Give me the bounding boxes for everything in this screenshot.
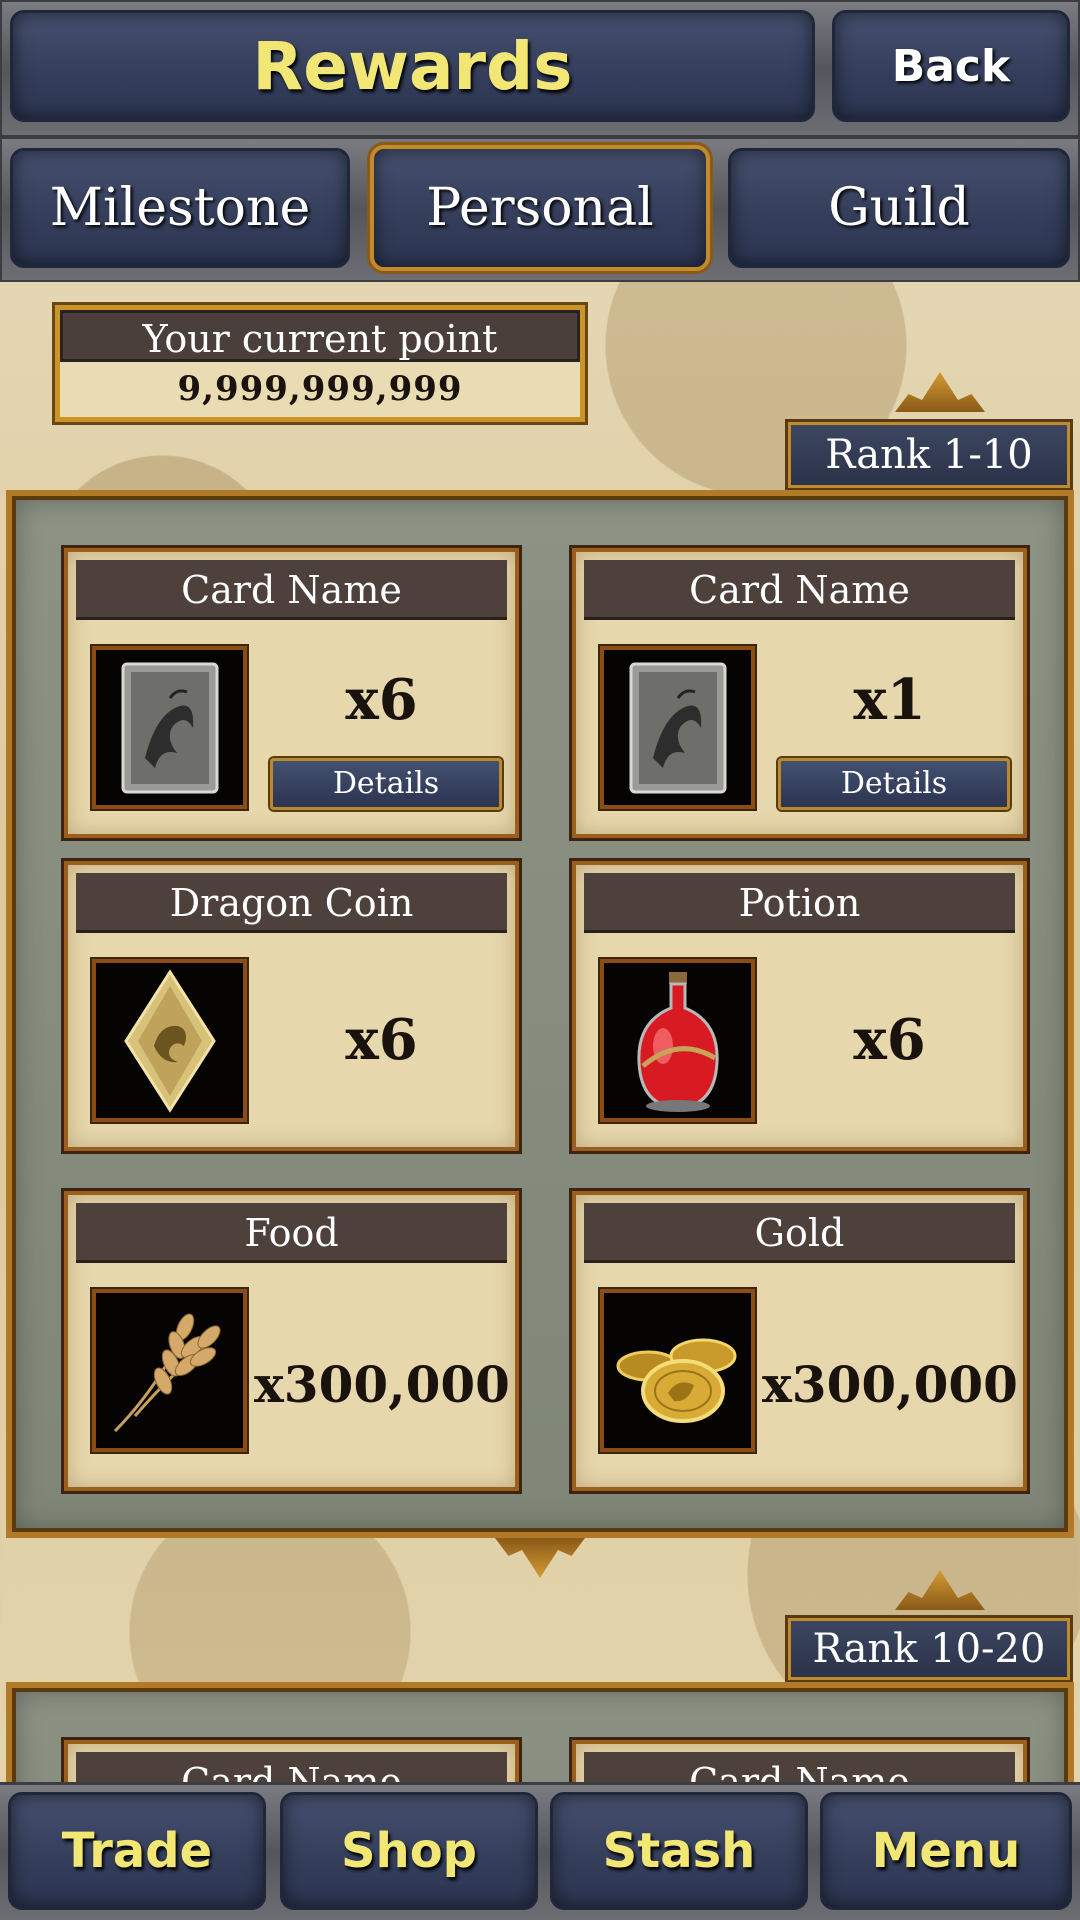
reward-card: Card Name x6 Details bbox=[64, 548, 519, 838]
reward-name: Food bbox=[76, 1203, 507, 1263]
reward-quantity: x1 bbox=[853, 667, 926, 733]
reward-name: Dragon Coin bbox=[76, 873, 507, 933]
nav-menu-label: Menu bbox=[871, 1823, 1021, 1879]
dragon-card-icon bbox=[92, 646, 247, 809]
reward-quantity: x6 bbox=[345, 1007, 418, 1073]
current-points-box: Your current point 9,999,999,999 bbox=[55, 305, 585, 422]
rank-1-10-tag: Rank 1-10 bbox=[788, 422, 1070, 488]
rank-10-20-tag: Rank 10-20 bbox=[788, 1618, 1070, 1680]
dragon-card-icon bbox=[600, 646, 755, 809]
reward-card: Card Name x1 Details bbox=[572, 548, 1027, 838]
reward-card: Gold x300,000 bbox=[572, 1191, 1027, 1491]
nav-menu-button[interactable]: Menu bbox=[820, 1792, 1072, 1910]
reward-quantity: x300,000 bbox=[254, 1355, 510, 1414]
reward-quantity: x6 bbox=[345, 667, 418, 733]
wheat-icon bbox=[92, 1289, 247, 1452]
back-button-label: Back bbox=[891, 40, 1011, 92]
reward-quantity: x6 bbox=[853, 1007, 926, 1073]
page-title: Rewards bbox=[252, 27, 573, 105]
rank-crest-ornament bbox=[895, 372, 985, 412]
nav-stash-label: Stash bbox=[602, 1823, 756, 1879]
reward-name: Card Name bbox=[584, 560, 1015, 620]
back-button[interactable]: Back bbox=[832, 10, 1070, 122]
reward-card: Potion x6 bbox=[572, 861, 1027, 1151]
reward-quantity: x300,000 bbox=[762, 1355, 1018, 1414]
details-button[interactable]: Details bbox=[778, 758, 1010, 810]
rank-1-10-reward-panel: Card Name x6 Details Card Name x1 Detail… bbox=[6, 490, 1074, 1538]
tab-guild[interactable]: Guild bbox=[728, 148, 1070, 268]
reward-name: Gold bbox=[584, 1203, 1015, 1263]
nav-shop-button[interactable]: Shop bbox=[280, 1792, 538, 1910]
current-points-value: 9,999,999,999 bbox=[177, 369, 463, 409]
gold-coins-icon bbox=[600, 1289, 755, 1452]
nav-stash-button[interactable]: Stash bbox=[550, 1792, 808, 1910]
panel-crest-ornament bbox=[495, 1538, 585, 1578]
tab-milestone[interactable]: Milestone bbox=[10, 148, 350, 268]
reward-name: Card Name bbox=[76, 560, 507, 620]
details-button[interactable]: Details bbox=[270, 758, 502, 810]
rank-1-10-label: Rank 1-10 bbox=[825, 432, 1033, 478]
tab-guild-label: Guild bbox=[828, 178, 970, 238]
nav-trade-button[interactable]: Trade bbox=[8, 1792, 266, 1910]
reward-name: Potion bbox=[584, 873, 1015, 933]
tab-milestone-label: Milestone bbox=[49, 178, 311, 238]
potion-icon bbox=[600, 959, 755, 1122]
current-points-label: Your current point bbox=[60, 310, 580, 362]
tab-personal-label: Personal bbox=[426, 178, 654, 238]
rank-crest-ornament bbox=[895, 1570, 985, 1610]
reward-card: Dragon Coin x6 bbox=[64, 861, 519, 1151]
rank-10-20-label: Rank 10-20 bbox=[812, 1626, 1046, 1672]
reward-card: Food x300,000 bbox=[64, 1191, 519, 1491]
tab-personal[interactable]: Personal bbox=[370, 145, 710, 271]
page-title-plate: Rewards bbox=[10, 10, 815, 122]
nav-trade-label: Trade bbox=[61, 1823, 213, 1879]
dragon-coin-icon bbox=[92, 959, 247, 1122]
nav-shop-label: Shop bbox=[340, 1823, 478, 1879]
